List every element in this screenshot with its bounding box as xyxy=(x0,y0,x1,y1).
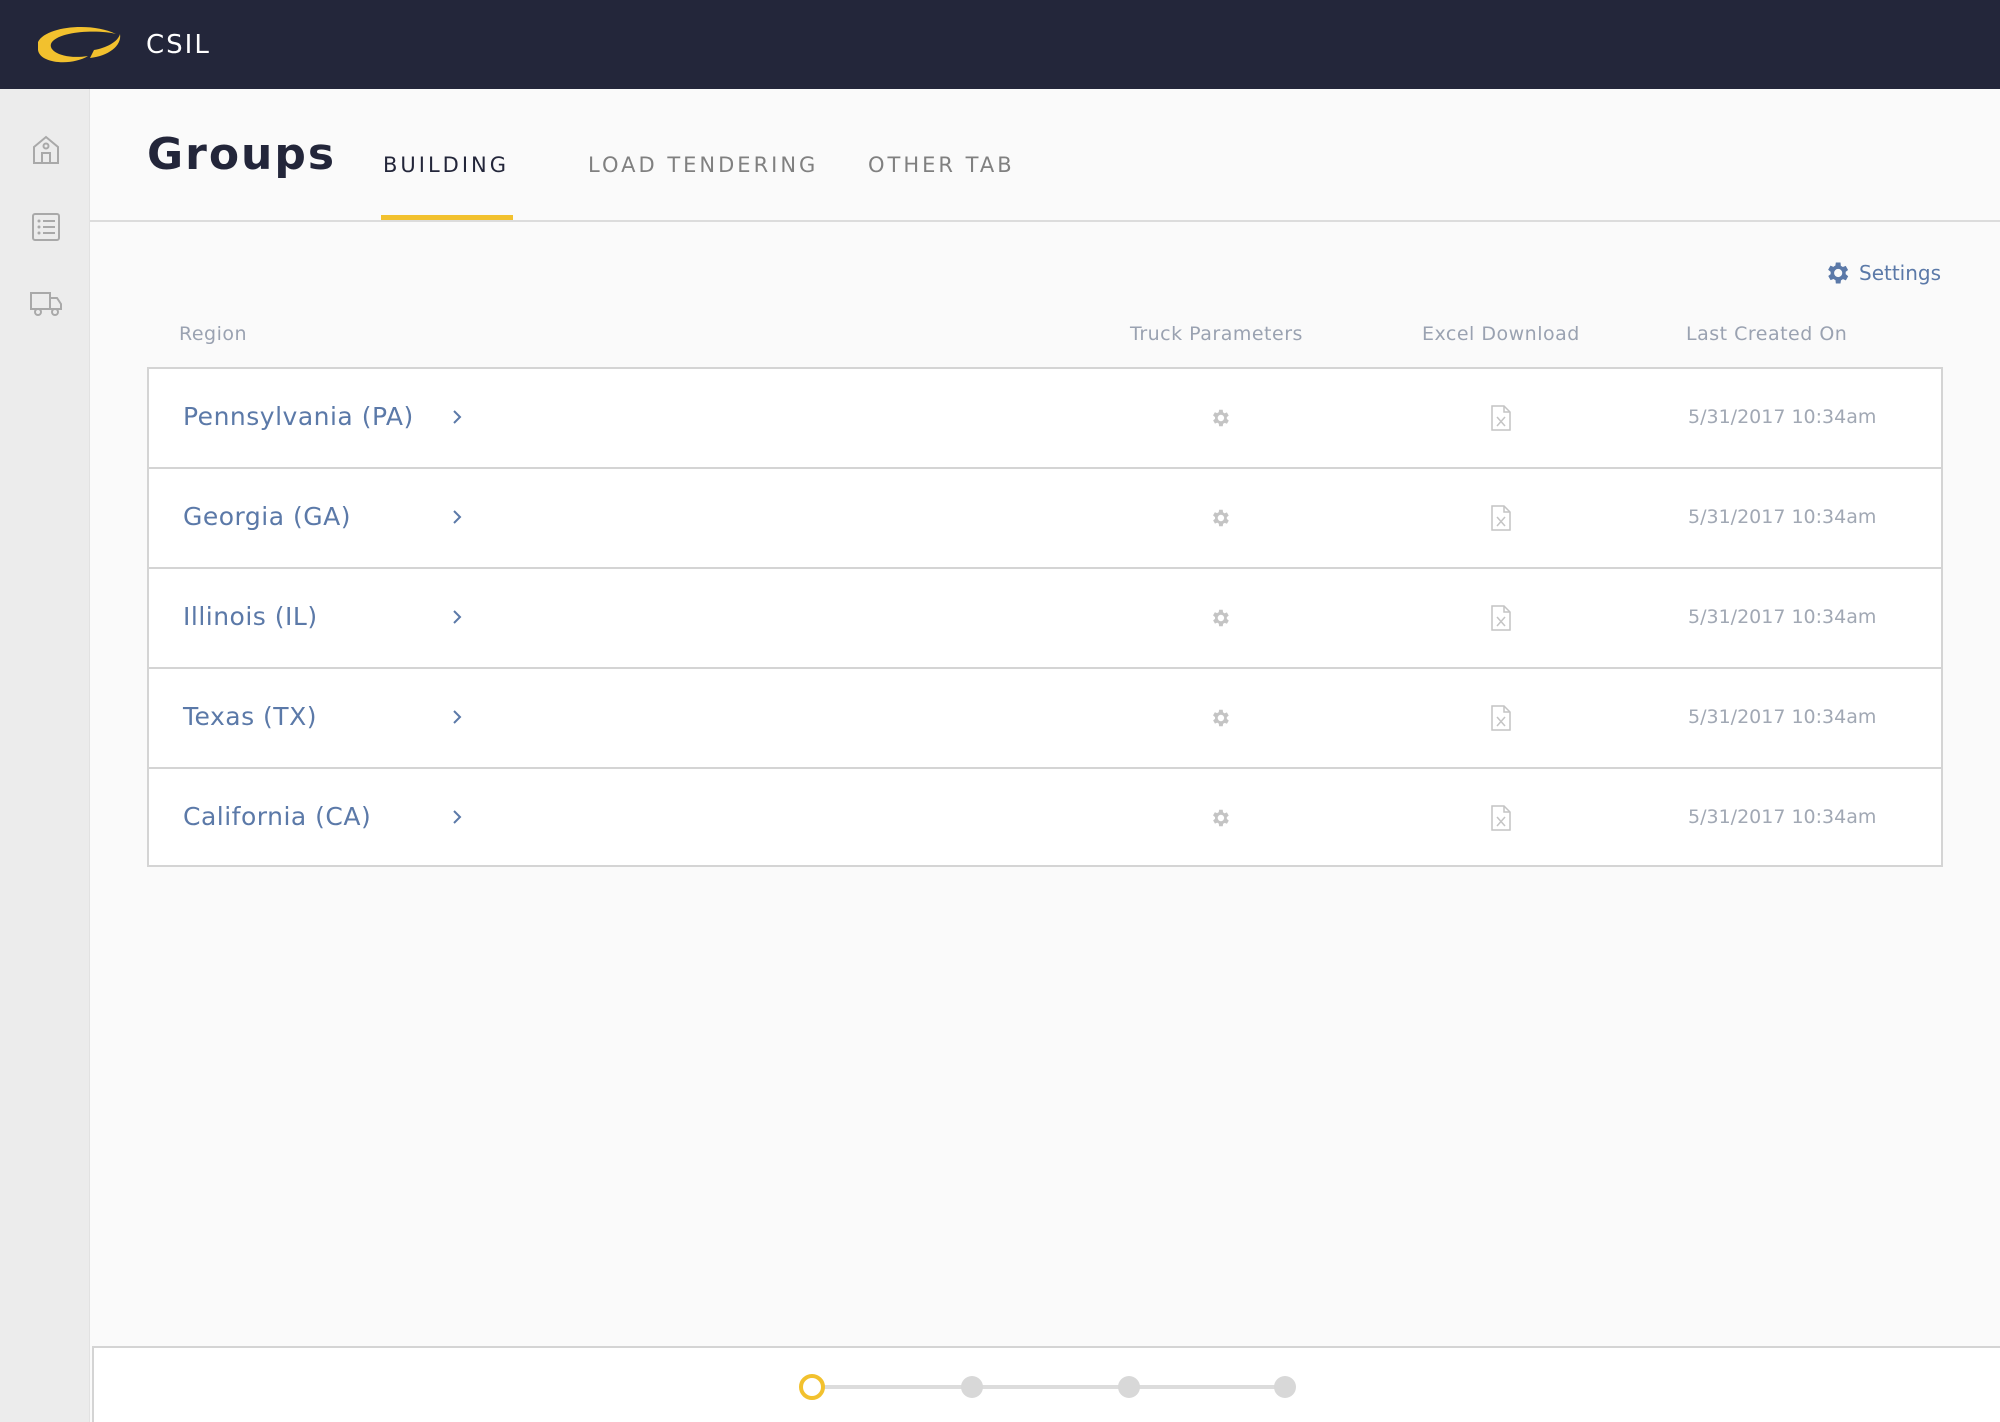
excel-file-icon[interactable] xyxy=(1490,605,1512,631)
truck-parameters-gear-icon[interactable] xyxy=(1209,707,1231,729)
step-1-dot[interactable] xyxy=(799,1374,825,1400)
truck-parameters-gear-icon[interactable] xyxy=(1209,607,1231,629)
region-name[interactable]: Georgia (GA) xyxy=(183,502,351,531)
region-name[interactable]: Illinois (IL) xyxy=(183,602,318,631)
truck-icon[interactable] xyxy=(28,285,64,321)
header-divider xyxy=(90,220,2000,222)
step-4-dot[interactable] xyxy=(1274,1376,1296,1398)
chevron-right-icon[interactable] xyxy=(449,805,465,829)
step-2-dot[interactable] xyxy=(961,1376,983,1398)
column-header-region: Region xyxy=(179,323,248,345)
tab-building[interactable]: BUILDING xyxy=(383,153,509,177)
main-content: Groups BUILDING LOAD TENDERING OTHER TAB… xyxy=(90,89,2000,1422)
tab-load-tendering[interactable]: LOAD TENDERING xyxy=(588,153,818,177)
step-3-dot[interactable] xyxy=(1118,1376,1140,1398)
footer-stepper xyxy=(92,1346,2000,1422)
excel-file-icon[interactable] xyxy=(1490,705,1512,731)
chevron-right-icon[interactable] xyxy=(449,705,465,729)
table-row[interactable]: Illinois (IL) 5/31/2017 10:34am xyxy=(149,569,1941,669)
csil-logo-icon[interactable] xyxy=(32,20,124,72)
excel-file-icon[interactable] xyxy=(1490,805,1512,831)
chevron-right-icon[interactable] xyxy=(449,405,465,429)
column-header-last-created-on: Last Created On xyxy=(1686,323,1848,345)
excel-file-icon[interactable] xyxy=(1490,405,1512,431)
last-created-date: 5/31/2017 10:34am xyxy=(1688,706,1877,728)
column-header-excel-download: Excel Download xyxy=(1422,323,1580,345)
stepper-track xyxy=(814,1385,1294,1389)
brand-name: CSIL xyxy=(146,30,211,60)
truck-parameters-gear-icon[interactable] xyxy=(1209,507,1231,529)
tab-other-tab[interactable]: OTHER TAB xyxy=(868,153,1015,177)
list-icon[interactable] xyxy=(28,209,64,245)
last-created-date: 5/31/2017 10:34am xyxy=(1688,406,1877,428)
chevron-right-icon[interactable] xyxy=(449,605,465,629)
table-row[interactable]: California (CA) 5/31/2017 10:34am xyxy=(149,769,1941,869)
settings-label: Settings xyxy=(1859,261,1942,285)
truck-parameters-gear-icon[interactable] xyxy=(1209,807,1231,829)
region-name[interactable]: California (CA) xyxy=(183,802,371,831)
regions-table: Pennsylvania (PA) 5/31/2017 10:34am Geor… xyxy=(147,367,1943,867)
region-name[interactable]: Texas (TX) xyxy=(183,702,317,731)
chevron-right-icon[interactable] xyxy=(449,505,465,529)
excel-file-icon[interactable] xyxy=(1490,505,1512,531)
last-created-date: 5/31/2017 10:34am xyxy=(1688,806,1877,828)
last-created-date: 5/31/2017 10:34am xyxy=(1688,506,1877,528)
column-header-truck-parameters: Truck Parameters xyxy=(1130,323,1303,345)
last-created-date: 5/31/2017 10:34am xyxy=(1688,606,1877,628)
table-row[interactable]: Texas (TX) 5/31/2017 10:34am xyxy=(149,669,1941,769)
page-title: Groups xyxy=(147,129,337,180)
sidebar xyxy=(0,89,90,1422)
gear-icon xyxy=(1828,262,1849,284)
table-row[interactable]: Georgia (GA) 5/31/2017 10:34am xyxy=(149,469,1941,569)
truck-parameters-gear-icon[interactable] xyxy=(1209,407,1231,429)
region-name[interactable]: Pennsylvania (PA) xyxy=(183,402,414,431)
settings-button[interactable]: Settings xyxy=(1823,259,1941,287)
table-row[interactable]: Pennsylvania (PA) 5/31/2017 10:34am xyxy=(149,369,1941,469)
top-navbar: CSIL xyxy=(0,0,2000,89)
building-icon[interactable] xyxy=(28,131,64,167)
